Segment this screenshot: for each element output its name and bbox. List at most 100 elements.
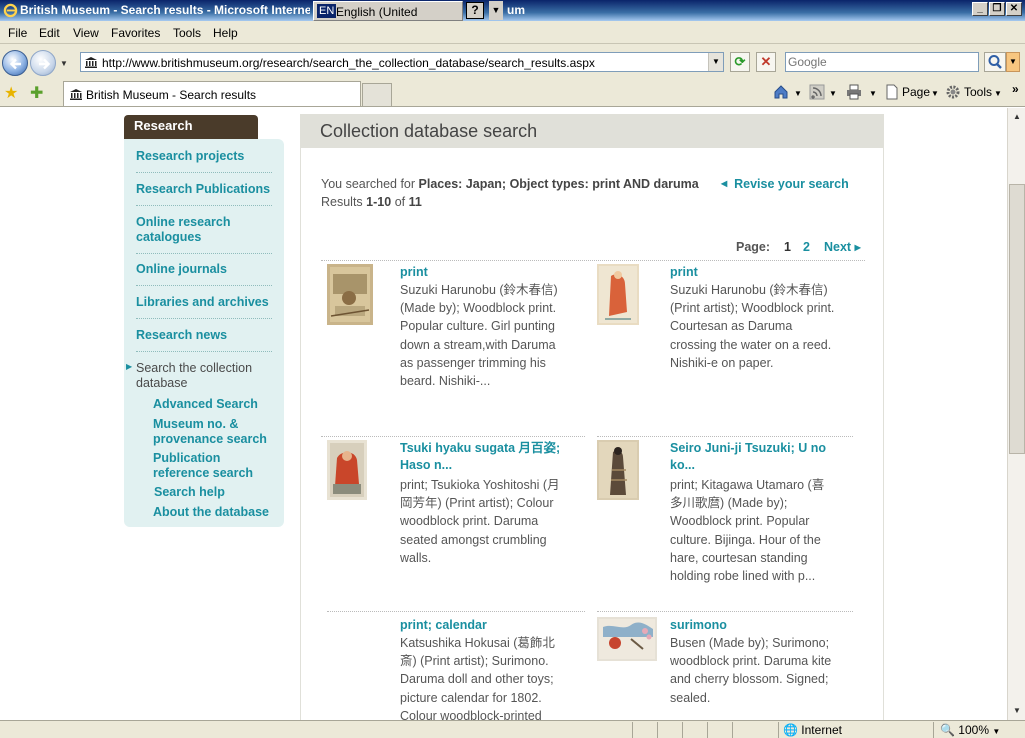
result-thumbnail[interactable]: [327, 264, 373, 325]
results-total: 11: [408, 195, 422, 209]
search-summary: You searched for Places: Japan; Object t…: [321, 177, 699, 191]
pager-next-link[interactable]: Next ▶: [824, 240, 861, 254]
results-divider: [597, 436, 853, 437]
page-menu[interactable]: Page: [902, 85, 930, 99]
history-dropdown-icon[interactable]: ▼: [60, 59, 68, 68]
sidebar-heading[interactable]: Research: [124, 115, 258, 139]
tab-british-museum[interactable]: British Museum - Search results: [63, 81, 361, 106]
menu-file[interactable]: File: [8, 26, 27, 40]
refresh-button[interactable]: ⟳: [730, 52, 750, 72]
home-icon[interactable]: [773, 84, 789, 100]
add-favorite-icon[interactable]: ✚: [30, 83, 43, 103]
menu-view[interactable]: View: [73, 26, 99, 40]
close-button[interactable]: ✕: [1006, 2, 1022, 16]
sidebar-heading-label: Research: [134, 118, 193, 133]
result-thumbnail[interactable]: [327, 440, 367, 500]
left-triangle-icon: ◀: [721, 179, 728, 188]
tools-dropdown-icon[interactable]: ▼: [994, 89, 1002, 98]
revise-search-link[interactable]: ◀ Revise your search: [721, 177, 849, 191]
restore-button[interactable]: ❐: [989, 2, 1005, 16]
address-toolbar: ▼ http://www.britishmuseum.org/research/…: [0, 44, 1025, 80]
results-prefix: Results: [321, 195, 363, 209]
home-dropdown-icon[interactable]: ▼: [794, 89, 802, 98]
sidebar-divider: [136, 172, 272, 173]
search-input[interactable]: [788, 55, 976, 69]
help-button[interactable]: ?: [466, 2, 484, 19]
sidebar-sub-advanced-search[interactable]: Advanced Search: [153, 397, 278, 412]
sidebar-item-research-news[interactable]: Research news: [136, 328, 272, 343]
stop-button[interactable]: ✕: [756, 52, 776, 72]
sidebar-item-libraries-archives[interactable]: Libraries and archives: [136, 295, 272, 310]
status-bar: 🌐 Internet 🔍 100% ▼: [0, 720, 1025, 738]
result-title-link[interactable]: print: [670, 264, 835, 281]
back-button[interactable]: [2, 50, 28, 76]
forward-button[interactable]: [30, 50, 56, 76]
museum-favicon-icon: [70, 89, 82, 100]
security-zone[interactable]: 🌐 Internet: [783, 723, 842, 737]
zoom-dropdown-icon: ▼: [992, 727, 1001, 736]
pager-page-2[interactable]: 2: [803, 240, 810, 254]
toolbar-overflow-icon[interactable]: »: [1012, 82, 1019, 96]
search-options-icon[interactable]: ▼: [1006, 52, 1020, 72]
page-title: Collection database search: [320, 121, 538, 141]
search-field[interactable]: [785, 52, 979, 72]
status-divider: [632, 722, 633, 738]
feeds-dropdown-icon[interactable]: ▼: [829, 89, 837, 98]
sidebar-sub-publication-search[interactable]: Publication reference search: [153, 451, 278, 481]
language-options-icon[interactable]: ▼: [489, 1, 503, 20]
results-range: 1-10: [366, 195, 392, 209]
result-title-link[interactable]: surimono: [670, 617, 835, 634]
sidebar-item-online-journals[interactable]: Online journals: [136, 262, 272, 277]
result-title-link[interactable]: print; calendar: [400, 617, 565, 634]
sidebar-item-research-projects[interactable]: Research projects: [136, 149, 272, 164]
language-bar[interactable]: EN English (United Kingdom): [313, 1, 463, 33]
tab-bar: ★ ✚ British Museum - Search results ▼ ▼ …: [0, 80, 1025, 107]
sidebar-sub-about-database[interactable]: About the database: [153, 505, 278, 520]
vertical-scrollbar[interactable]: ▲ ▼: [1007, 108, 1025, 720]
result-thumbnail[interactable]: [597, 617, 657, 661]
minimize-button[interactable]: _: [972, 2, 988, 16]
sidebar-item-research-publications[interactable]: Research Publications: [136, 182, 272, 197]
museum-favicon-icon: [85, 57, 97, 68]
zoom-control[interactable]: 🔍 100% ▼: [940, 723, 1000, 737]
print-dropdown-icon[interactable]: ▼: [869, 89, 877, 98]
sidebar-divider: [136, 253, 272, 254]
result-description: Suzuki Harunobu (鈴木春信) (Print artist); W…: [670, 283, 835, 370]
tools-menu[interactable]: Tools: [964, 85, 992, 99]
page-dropdown-icon[interactable]: ▼: [931, 89, 939, 98]
result-thumbnail[interactable]: [597, 264, 639, 325]
scroll-up-icon[interactable]: ▲: [1009, 109, 1025, 125]
globe-icon: 🌐: [783, 723, 798, 737]
favorites-center-icon[interactable]: ★: [4, 83, 18, 103]
print-icon[interactable]: [846, 84, 862, 100]
tab-label: British Museum - Search results: [86, 88, 257, 102]
search-button[interactable]: [984, 52, 1006, 72]
result-title-link[interactable]: Tsuki hyaku sugata 月百姿; Haso n...: [400, 440, 565, 474]
results-count: Results 1-10 of 11: [321, 195, 422, 209]
result-title-link[interactable]: Seiro Juni-ji Tsuzuki; U no ko...: [670, 440, 835, 474]
result-title-link[interactable]: print: [400, 264, 565, 281]
forward-arrow-icon: [39, 58, 51, 70]
window-title-tail: um: [507, 3, 525, 17]
feeds-icon[interactable]: [809, 84, 825, 100]
menu-favorites[interactable]: Favorites: [111, 26, 160, 40]
page-icon: [886, 84, 898, 100]
results-divider: [321, 260, 865, 261]
pager-current-page: 1: [784, 240, 791, 254]
result-thumbnail[interactable]: [597, 440, 639, 500]
menu-bar: File Edit View Favorites Tools Help: [0, 21, 1025, 44]
menu-help[interactable]: Help: [213, 26, 238, 40]
scroll-thumb[interactable]: [1009, 184, 1025, 454]
results-divider: [597, 611, 853, 612]
pager-next-label: Next: [824, 240, 852, 254]
sidebar-item-search-collection[interactable]: Search the collection database: [136, 361, 272, 391]
address-field[interactable]: http://www.britishmuseum.org/research/se…: [80, 52, 724, 72]
scroll-down-icon[interactable]: ▼: [1009, 703, 1025, 719]
sidebar-sub-museum-no-search[interactable]: Museum no. & provenance search: [153, 417, 278, 447]
menu-tools[interactable]: Tools: [173, 26, 201, 40]
menu-edit[interactable]: Edit: [39, 26, 60, 40]
sidebar-sub-search-help[interactable]: Search help: [154, 485, 279, 500]
address-dropdown-icon[interactable]: ▼: [708, 53, 723, 71]
new-tab-button[interactable]: [362, 83, 392, 106]
sidebar-item-online-research-catalogues[interactable]: Online research catalogues: [136, 215, 272, 245]
